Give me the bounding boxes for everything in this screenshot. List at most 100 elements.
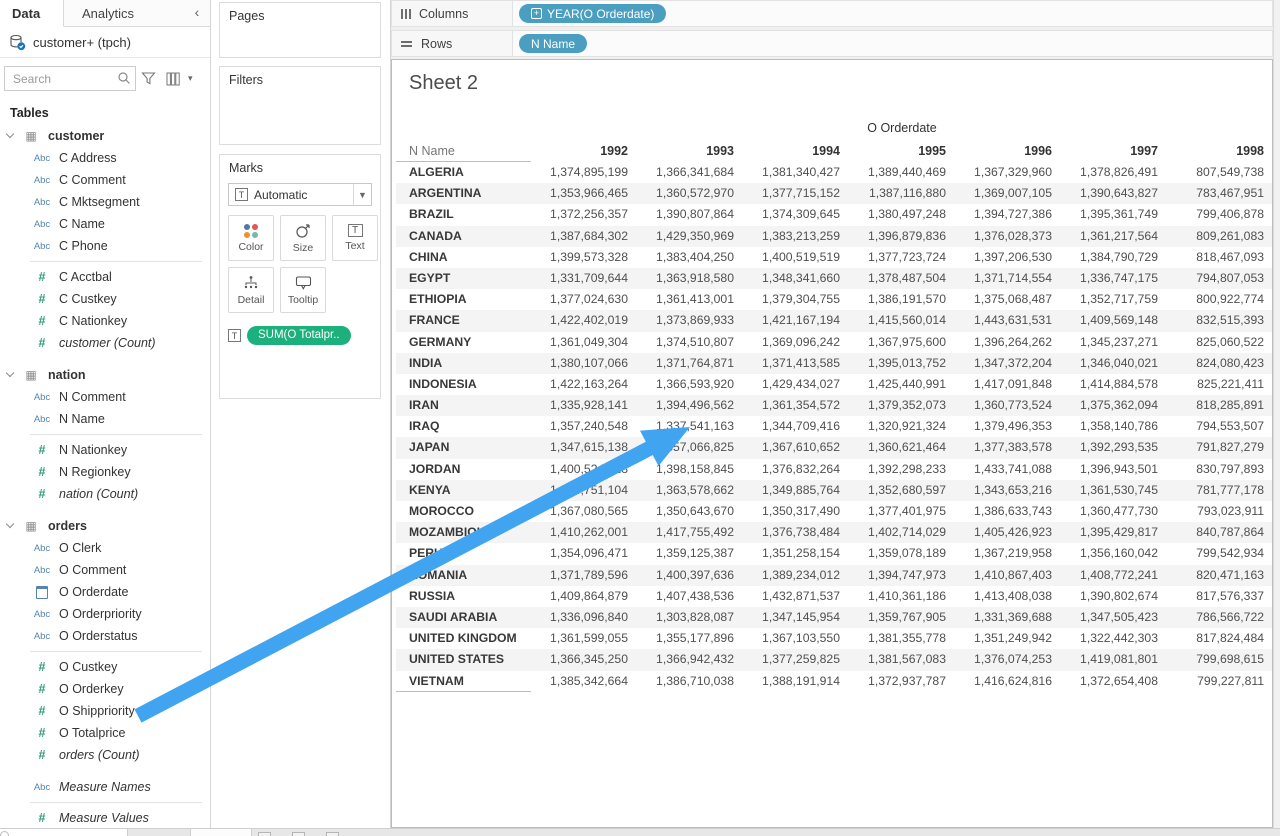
value-cell[interactable]: 1,303,828,087 bbox=[637, 607, 743, 628]
sidebar-field-item[interactable]: N Nationkey bbox=[0, 439, 210, 461]
value-cell[interactable]: 1,379,352,073 bbox=[849, 395, 955, 416]
pill-expand-icon[interactable]: + bbox=[531, 8, 542, 19]
value-cell[interactable]: 1,390,802,674 bbox=[1061, 586, 1167, 607]
view-data-grid-icon[interactable] bbox=[166, 72, 183, 86]
sidebar-field-item[interactable]: Measure Values bbox=[0, 807, 210, 829]
value-cell[interactable]: 1,383,404,250 bbox=[637, 247, 743, 268]
value-cell[interactable]: 1,376,028,373 bbox=[955, 226, 1061, 247]
value-cell[interactable]: 1,394,727,386 bbox=[955, 204, 1061, 225]
year-column-header[interactable]: 1996 bbox=[955, 141, 1061, 162]
value-cell[interactable]: 1,361,530,745 bbox=[1061, 480, 1167, 501]
sidebar-field-item[interactable] bbox=[30, 261, 202, 262]
value-cell[interactable]: 1,361,413,001 bbox=[637, 289, 743, 310]
sidebar-field-item[interactable] bbox=[30, 434, 202, 435]
value-cell[interactable]: 1,361,354,572 bbox=[743, 395, 849, 416]
row-header-cell[interactable]: INDIA bbox=[396, 353, 531, 374]
value-cell[interactable]: 1,381,355,778 bbox=[849, 628, 955, 649]
value-cell[interactable]: 1,379,496,353 bbox=[955, 416, 1061, 437]
value-cell[interactable]: 825,060,522 bbox=[1167, 332, 1273, 353]
value-cell[interactable]: 1,373,869,933 bbox=[637, 310, 743, 331]
value-cell[interactable]: 1,322,442,303 bbox=[1061, 628, 1167, 649]
value-cell[interactable]: 1,349,885,764 bbox=[743, 480, 849, 501]
row-header-cell[interactable]: GERMANY bbox=[396, 332, 531, 353]
value-cell[interactable]: 1,320,921,324 bbox=[849, 416, 955, 437]
value-cell[interactable]: 1,377,715,152 bbox=[743, 183, 849, 204]
value-cell[interactable]: 1,344,751,104 bbox=[531, 480, 637, 501]
sidebar-field-item[interactable]: O Orderdate bbox=[0, 581, 210, 603]
value-cell[interactable]: 1,386,633,743 bbox=[955, 501, 1061, 522]
value-cell[interactable]: 1,389,440,469 bbox=[849, 162, 955, 183]
value-cell[interactable]: 799,542,934 bbox=[1167, 543, 1273, 564]
row-header-cell[interactable]: SAUDI ARABIA bbox=[396, 607, 531, 628]
columns-shelf[interactable]: Columns + YEAR(O Orderdate) bbox=[391, 0, 1273, 27]
sidebar-field-item[interactable]: O Totalprice bbox=[0, 722, 210, 744]
value-cell[interactable]: 783,467,951 bbox=[1167, 183, 1273, 204]
value-cell[interactable]: 1,331,709,644 bbox=[531, 268, 637, 289]
value-cell[interactable]: 1,388,191,914 bbox=[743, 671, 849, 692]
value-cell[interactable]: 1,360,773,524 bbox=[955, 395, 1061, 416]
value-cell[interactable]: 1,410,262,001 bbox=[531, 522, 637, 543]
mark-type-dropdown[interactable]: T Automatic ▼ bbox=[228, 183, 372, 206]
value-cell[interactable]: 793,023,911 bbox=[1167, 501, 1273, 522]
value-cell[interactable]: 1,399,573,328 bbox=[531, 247, 637, 268]
value-cell[interactable]: 1,361,217,564 bbox=[1061, 226, 1167, 247]
mark-type-caret-icon[interactable]: ▼ bbox=[353, 184, 371, 205]
row-header-cell[interactable]: JORDAN bbox=[396, 459, 531, 480]
value-cell[interactable]: 1,366,341,684 bbox=[637, 162, 743, 183]
value-cell[interactable]: 1,429,434,027 bbox=[743, 374, 849, 395]
value-cell[interactable]: 1,347,145,954 bbox=[743, 607, 849, 628]
value-cell[interactable]: 1,371,714,554 bbox=[955, 268, 1061, 289]
value-cell[interactable]: 1,335,928,141 bbox=[531, 395, 637, 416]
sidebar-field-item[interactable]: C Phone bbox=[0, 235, 210, 257]
value-cell[interactable]: 1,371,764,871 bbox=[637, 353, 743, 374]
value-cell[interactable]: 1,371,413,585 bbox=[743, 353, 849, 374]
value-cell[interactable]: 1,375,068,487 bbox=[955, 289, 1061, 310]
value-cell[interactable]: 1,374,895,199 bbox=[531, 162, 637, 183]
value-cell[interactable]: 1,392,298,233 bbox=[849, 459, 955, 480]
value-cell[interactable]: 1,357,240,548 bbox=[531, 416, 637, 437]
value-cell[interactable]: 1,347,372,204 bbox=[955, 353, 1061, 374]
sidebar-field-item[interactable]: O Comment bbox=[0, 559, 210, 581]
value-cell[interactable]: 1,343,653,216 bbox=[955, 480, 1061, 501]
value-cell[interactable]: 1,372,937,787 bbox=[849, 671, 955, 692]
value-cell[interactable]: 1,359,767,905 bbox=[849, 607, 955, 628]
value-cell[interactable]: 1,369,096,242 bbox=[743, 332, 849, 353]
value-cell[interactable]: 1,377,024,630 bbox=[531, 289, 637, 310]
row-header-cell[interactable]: UNITED STATES bbox=[396, 649, 531, 670]
value-cell[interactable]: 1,422,402,019 bbox=[531, 310, 637, 331]
value-cell[interactable]: 1,367,103,550 bbox=[743, 628, 849, 649]
measure-pill[interactable]: SUM(O Totalpr.. bbox=[247, 326, 351, 345]
year-column-header[interactable]: 1997 bbox=[1061, 141, 1167, 162]
value-cell[interactable]: 1,366,593,920 bbox=[637, 374, 743, 395]
sidebar-field-item[interactable]: N Name bbox=[0, 408, 210, 430]
value-cell[interactable]: 1,347,615,138 bbox=[531, 437, 637, 458]
value-cell[interactable]: 1,346,040,021 bbox=[1061, 353, 1167, 374]
value-cell[interactable]: 1,407,438,536 bbox=[637, 586, 743, 607]
value-cell[interactable]: 1,379,304,755 bbox=[743, 289, 849, 310]
value-cell[interactable]: 1,371,789,596 bbox=[531, 565, 637, 586]
sidebar-field-item[interactable]: C Custkey bbox=[0, 288, 210, 310]
sidebar-field-item[interactable]: customer (Count) bbox=[0, 332, 210, 354]
value-cell[interactable]: 1,408,772,241 bbox=[1061, 565, 1167, 586]
value-cell[interactable]: 1,390,643,827 bbox=[1061, 183, 1167, 204]
value-cell[interactable]: 799,406,878 bbox=[1167, 204, 1273, 225]
sheet-tab[interactable] bbox=[190, 829, 252, 836]
year-column-header[interactable]: 1998 bbox=[1167, 141, 1273, 162]
value-cell[interactable]: 1,378,826,491 bbox=[1061, 162, 1167, 183]
new-worksheet-icon[interactable] bbox=[258, 832, 271, 836]
value-cell[interactable]: 1,417,755,492 bbox=[637, 522, 743, 543]
value-cell[interactable]: 1,348,341,660 bbox=[743, 268, 849, 289]
value-cell[interactable]: 1,381,340,427 bbox=[743, 162, 849, 183]
new-story-icon[interactable] bbox=[326, 832, 339, 836]
value-cell[interactable]: 809,261,083 bbox=[1167, 226, 1273, 247]
sidebar-field-item[interactable] bbox=[30, 651, 202, 652]
value-cell[interactable]: 791,827,279 bbox=[1167, 437, 1273, 458]
value-cell[interactable]: 1,421,167,194 bbox=[743, 310, 849, 331]
value-cell[interactable]: 1,390,807,864 bbox=[637, 204, 743, 225]
value-cell[interactable]: 818,467,093 bbox=[1167, 247, 1273, 268]
sidebar-field-item[interactable] bbox=[30, 802, 202, 803]
text-button[interactable]: T Text bbox=[332, 215, 378, 261]
grid-dropdown-caret-icon[interactable]: ▾ bbox=[188, 73, 193, 84]
value-cell[interactable]: 1,359,125,387 bbox=[637, 543, 743, 564]
value-cell[interactable]: 1,360,572,970 bbox=[637, 183, 743, 204]
